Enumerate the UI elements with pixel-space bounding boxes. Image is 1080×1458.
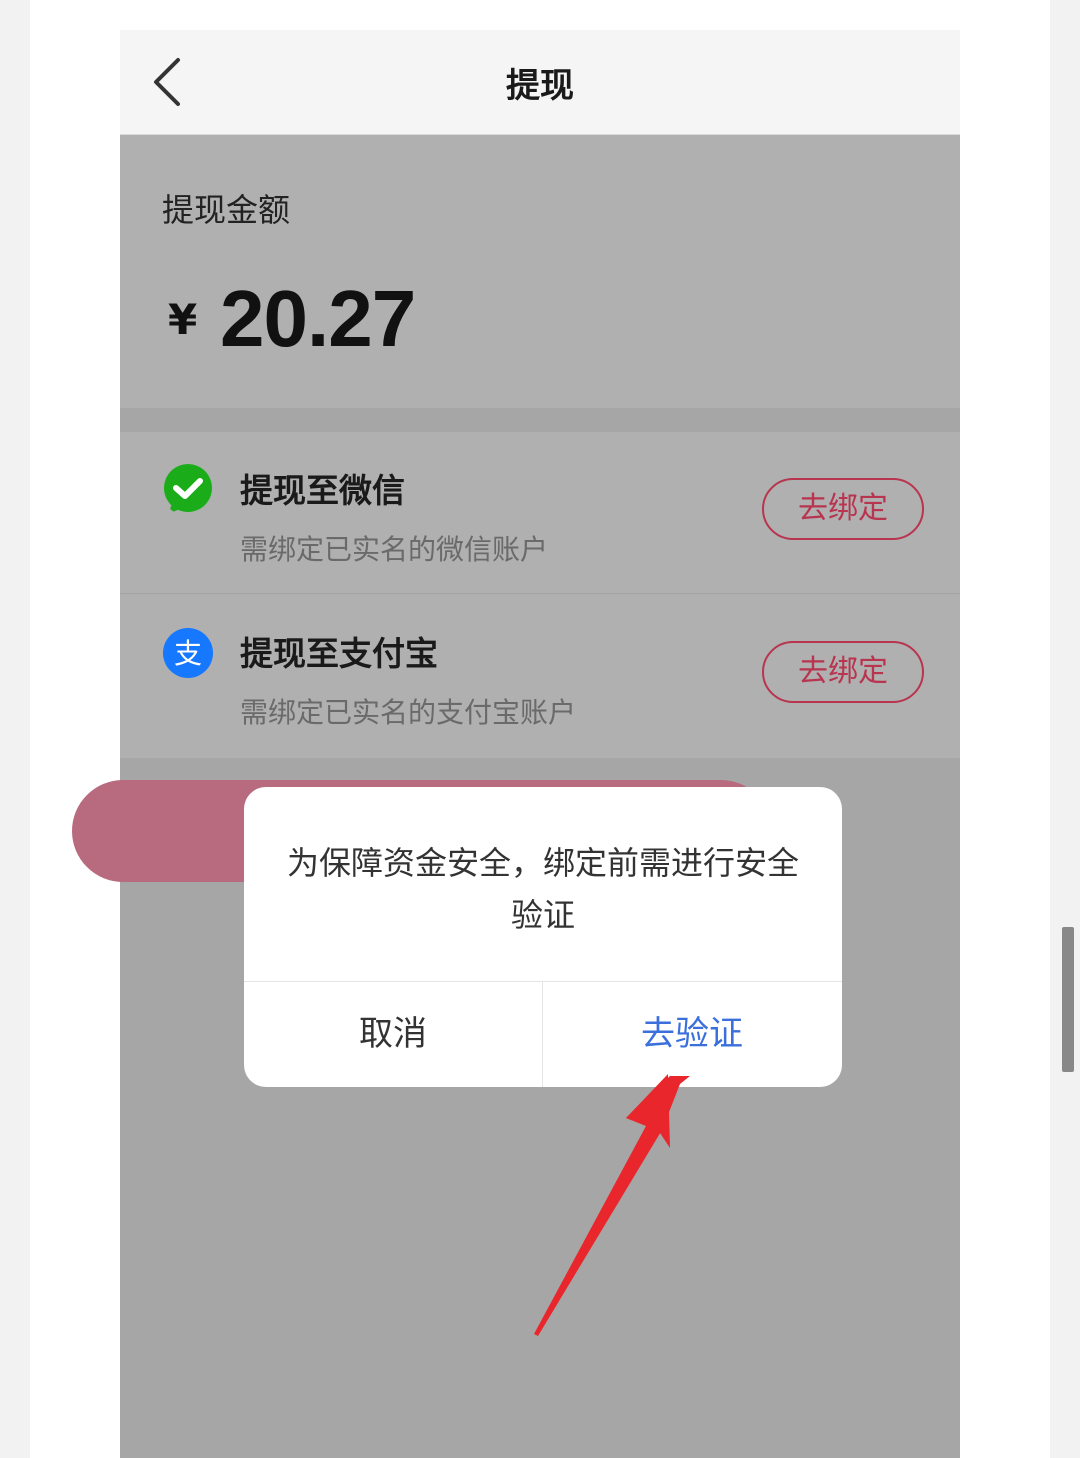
cancel-button[interactable]: 取消 xyxy=(244,982,542,1087)
left-margin xyxy=(0,0,30,1458)
withdraw-option-alipay[interactable]: 支 提现至支付宝 需绑定已实名的支付宝账户 去绑定 xyxy=(120,595,960,756)
option-title: 提现至微信 xyxy=(240,471,405,510)
wechat-pay-icon xyxy=(164,464,212,514)
option-subtitle: 需绑定已实名的支付宝账户 xyxy=(240,696,577,729)
amount-section: 提现金额 ¥ 20.27 xyxy=(120,135,960,408)
svg-text:支: 支 xyxy=(174,637,202,670)
option-title: 提现至支付宝 xyxy=(240,634,438,673)
right-margin xyxy=(1050,0,1080,1458)
amount-label: 提现金额 xyxy=(162,191,291,229)
scrollbar-thumb[interactable] xyxy=(1062,927,1074,1072)
currency-symbol: ¥ xyxy=(168,295,198,344)
nav-bar: 提现 xyxy=(120,30,960,135)
bind-alipay-button[interactable]: 去绑定 xyxy=(762,641,924,703)
section-separator xyxy=(120,408,960,432)
red-pointer-arrow-icon xyxy=(534,1074,690,1336)
security-verification-dialog: 为保障资金安全，绑定前需进行安全验证 取消 去验证 xyxy=(244,787,842,1087)
alipay-icon: 支 xyxy=(163,628,213,678)
withdraw-option-wechat[interactable]: 提现至微信 需绑定已实名的微信账户 去绑定 xyxy=(120,432,960,594)
option-subtitle: 需绑定已实名的微信账户 xyxy=(240,533,549,566)
bind-wechat-button[interactable]: 去绑定 xyxy=(762,478,924,540)
amount-value: 20.27 xyxy=(220,274,416,363)
page-title: 提现 xyxy=(506,66,574,106)
dialog-message: 为保障资金安全，绑定前需进行安全验证 xyxy=(286,844,799,934)
